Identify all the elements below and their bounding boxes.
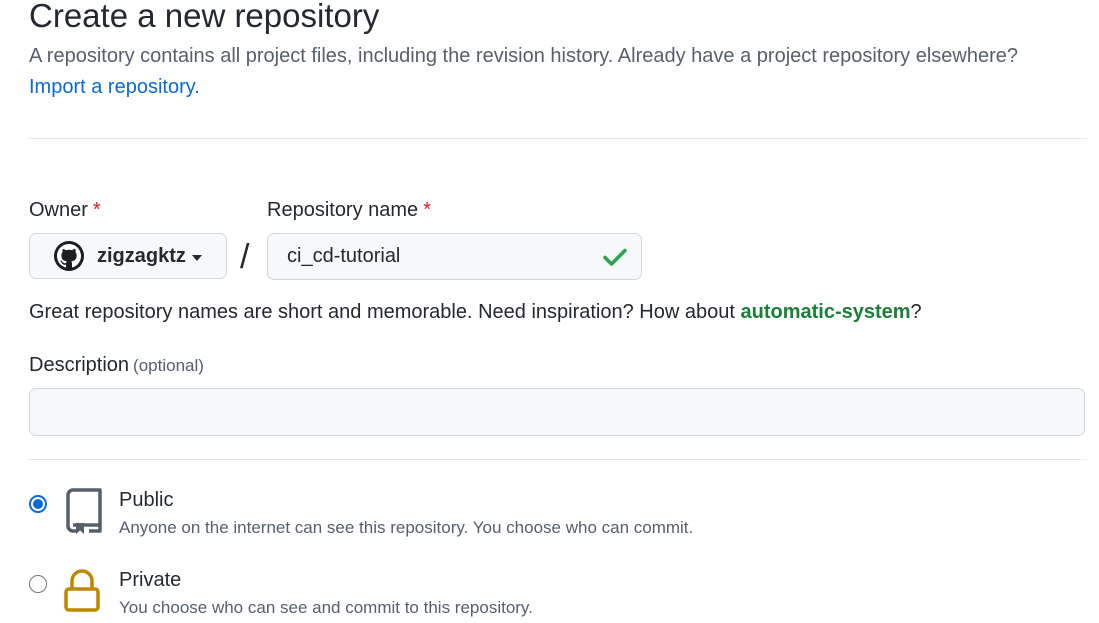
visibility-private-title: Private xyxy=(119,569,182,591)
visibility-public-description: Anyone on the internet can see this repo… xyxy=(119,518,694,537)
suggested-name-link[interactable]: automatic-system xyxy=(740,301,910,323)
owner-required-mark: * xyxy=(92,199,101,221)
owner-label: Owner * xyxy=(29,196,101,224)
repo-book-icon xyxy=(66,488,102,534)
owner-select-button[interactable]: zigzagktz xyxy=(29,233,227,279)
visibility-public-title: Public xyxy=(119,489,174,511)
visibility-private-radio[interactable] xyxy=(29,575,47,593)
import-repository-link[interactable]: Import a repository. xyxy=(29,73,200,101)
header-divider xyxy=(29,138,1087,139)
description-input[interactable] xyxy=(29,388,1085,436)
owner-repo-separator: / xyxy=(240,238,250,276)
repository-name-input[interactable] xyxy=(267,233,642,280)
page-title: Create a new repository xyxy=(29,0,380,34)
description-label: Description (optional) xyxy=(29,351,204,380)
repository-name-hint: Great repository names are short and mem… xyxy=(29,298,922,326)
check-icon xyxy=(603,248,627,266)
caret-down-icon xyxy=(191,254,202,261)
page-subtitle: A repository contains all project files,… xyxy=(29,45,1019,67)
owner-name: zigzagktz xyxy=(97,244,186,267)
visibility-private-description: You choose who can see and commit to thi… xyxy=(119,598,533,617)
owner-label-text: Owner xyxy=(29,199,88,221)
repository-name-label: Repository name * xyxy=(267,196,431,224)
description-label-text: Description xyxy=(29,354,130,376)
visibility-public-radio[interactable] xyxy=(29,495,47,513)
visibility-divider xyxy=(29,459,1087,460)
repository-name-required-mark: * xyxy=(423,199,431,221)
lock-icon xyxy=(64,569,100,612)
hint-text: Great repository names are short and mem… xyxy=(29,301,741,323)
repository-name-label-text: Repository name xyxy=(267,199,419,221)
description-optional-label: (optional) xyxy=(133,356,204,375)
github-octocat-icon xyxy=(54,241,84,271)
hint-suffix: ? xyxy=(910,301,922,323)
